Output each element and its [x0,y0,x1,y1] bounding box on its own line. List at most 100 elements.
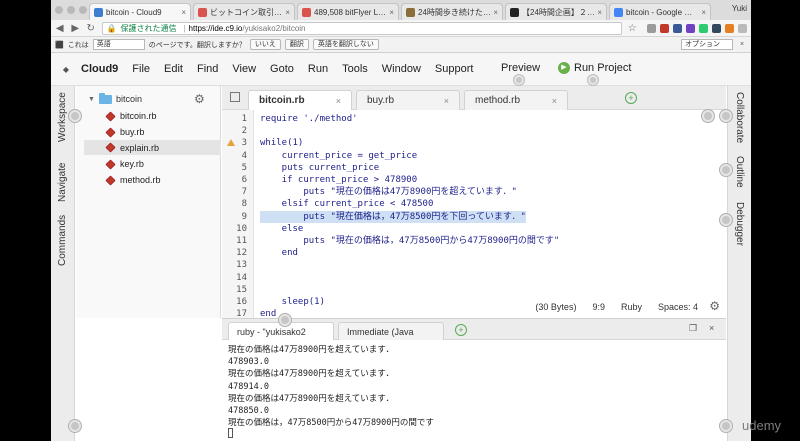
menu-goto[interactable]: Goto [270,63,294,75]
editor-settings-gear-icon[interactable]: ⚙ [709,299,720,313]
tree-file[interactable]: buy.rb [105,126,145,138]
editor-tab[interactable]: method.rb × [464,90,568,110]
back-icon[interactable]: ◀ [55,23,65,34]
drag-handle-icon[interactable] [514,75,524,85]
c9-menu-bar: ◆ Cloud9 File Edit Find View Goto Run To… [51,53,751,86]
code-line: end [260,248,298,259]
menu-file[interactable]: File [132,63,150,75]
tree-file[interactable]: method.rb [105,174,161,186]
maximize-console-icon[interactable]: ❐ [689,323,697,334]
drag-handle-icon[interactable] [279,314,291,326]
menu-find[interactable]: Find [197,63,218,75]
extension-icon[interactable] [673,23,682,33]
line-number: 15 [236,284,247,295]
translate-icon: ⬛ [55,41,64,49]
close-tab-icon[interactable]: × [336,96,341,106]
translate-button[interactable]: 翻訳 [284,39,309,50]
browser-tab[interactable]: bitcoin - Google 検索 × [609,3,711,20]
terminal-output[interactable]: 現在の価格は47万8900円を超えています． 478903.0 現在の価格は47万8… [222,340,726,441]
browser-tab-label: 24時間歩き続けた。ぶっとん [418,7,491,17]
tree-file-selected[interactable]: explain.rb [84,140,221,155]
close-tab-icon[interactable]: × [701,8,706,17]
warning-icon[interactable] [227,139,235,147]
expand-arrow-icon[interactable]: ▼ [88,96,95,103]
forward-icon[interactable]: ▶ [71,23,81,34]
close-tab-icon[interactable]: × [181,8,186,17]
tree-root-folder[interactable]: ▼ bitcoin [88,92,142,104]
extension-icon[interactable] [699,23,708,33]
close-console-icon[interactable]: × [709,323,714,333]
drag-handle-icon[interactable] [702,110,714,122]
cursor-position[interactable]: 9:9 [592,302,605,312]
code-editor[interactable]: 1 2 3 4 5 6 7 8 9 10 11 12 13 14 15 16 17 require './met… [222,110,726,318]
browser-tab[interactable]: 24時間歩き続けた。ぶっとん× [401,3,503,20]
close-tab-icon[interactable]: × [389,8,394,17]
language-select[interactable]: 英語 [92,39,145,50]
reload-icon[interactable]: ↻ [86,23,96,34]
tree-file-label: explain.rb [120,142,160,153]
tree-file-label: buy.rb [120,127,145,137]
minimize-window-icon[interactable] [67,6,75,14]
drag-handle-icon[interactable] [69,110,81,122]
new-console-plus-icon[interactable]: + [455,324,467,336]
menu-window[interactable]: Window [382,63,421,75]
preview-button[interactable]: Preview [501,62,540,74]
c9-brand[interactable]: Cloud9 [81,63,118,75]
close-tab-icon[interactable]: × [552,96,557,106]
favicon-icon [406,7,415,17]
language-mode[interactable]: Ruby [621,302,642,312]
extension-icon[interactable] [660,23,669,33]
close-translate-icon[interactable]: × [737,41,747,48]
editor-status-bar: (30 Bytes) 9:9 Ruby Spaces: 4 ⚙ [222,296,726,318]
left-panel-bar: Workspace Navigate Commands [51,86,75,441]
close-tab-icon[interactable]: × [597,8,602,17]
menu-icon[interactable] [738,23,747,33]
tree-file[interactable]: bitcoin.rb [105,110,157,122]
tree-file-label: method.rb [120,175,161,185]
drag-handle-icon[interactable] [720,164,732,176]
browser-tab[interactable]: ビットコイン取引所【bitFlyer× [193,3,295,20]
indent-setting[interactable]: Spaces: 4 [658,302,698,312]
editor-tab-active[interactable]: bitcoin.rb × [248,90,352,110]
tree-file[interactable]: key.rb [105,158,144,170]
bookmark-star-icon[interactable]: ☆ [628,23,638,34]
favicon-icon [94,7,103,17]
drag-handle-icon[interactable] [720,420,732,432]
editor-window-icon[interactable] [230,92,240,102]
url-input[interactable]: 🔒 保護された通信 | https://ide.c9.io /yukisako2… [101,21,622,35]
close-tab-icon[interactable]: × [493,8,498,17]
code-line: puts "現在の価格は，47万8500円から47万8900円の間です" [260,236,560,246]
menu-tools[interactable]: Tools [342,63,368,75]
editor-tab-bar: bitcoin.rb × buy.rb × method.rb × + [222,86,726,110]
menu-view[interactable]: View [232,63,256,75]
drag-handle-icon[interactable] [720,110,732,122]
menu-edit[interactable]: Edit [164,63,183,75]
menu-run[interactable]: Run [308,63,328,75]
close-window-icon[interactable] [55,6,63,14]
translate-options-select[interactable]: オプション [681,39,733,50]
close-tab-icon[interactable]: × [444,96,449,106]
drag-handle-icon[interactable] [720,214,732,226]
extension-icon[interactable] [725,23,734,33]
editor-tab[interactable]: buy.rb × [356,90,460,110]
drag-handle-icon[interactable] [588,75,598,85]
menu-support[interactable]: Support [435,63,474,75]
close-tab-icon[interactable]: × [285,8,290,17]
extension-icon[interactable] [712,23,721,33]
maximize-window-icon[interactable] [79,6,87,14]
run-project-button[interactable]: ▶ Run Project [558,62,631,74]
c9-logo-icon[interactable]: ◆ [51,65,81,74]
browser-tab[interactable]: 【24時間企画】２４時間ひ× [505,3,607,20]
drag-handle-icon[interactable] [69,420,81,432]
browser-tab[interactable]: bitcoin - Cloud9 × [89,3,191,20]
no-translate-button[interactable]: いいえ [249,39,281,50]
profile-name[interactable]: Yuki [732,4,747,13]
console-tab[interactable]: Immediate (Java [338,322,444,341]
browser-tab[interactable]: 489,508 bitFlyer Lightning× [297,3,399,20]
tree-settings-gear-icon[interactable]: ⚙ [194,92,205,106]
line-gutter: 1 2 3 4 5 6 7 8 9 10 11 12 13 14 15 16 17 [222,110,254,318]
extension-icon[interactable] [647,23,656,33]
never-translate-button[interactable]: 英語を翻訳しない [312,39,379,50]
extension-icon[interactable] [686,23,695,33]
new-tab-plus-icon[interactable]: + [625,92,637,104]
